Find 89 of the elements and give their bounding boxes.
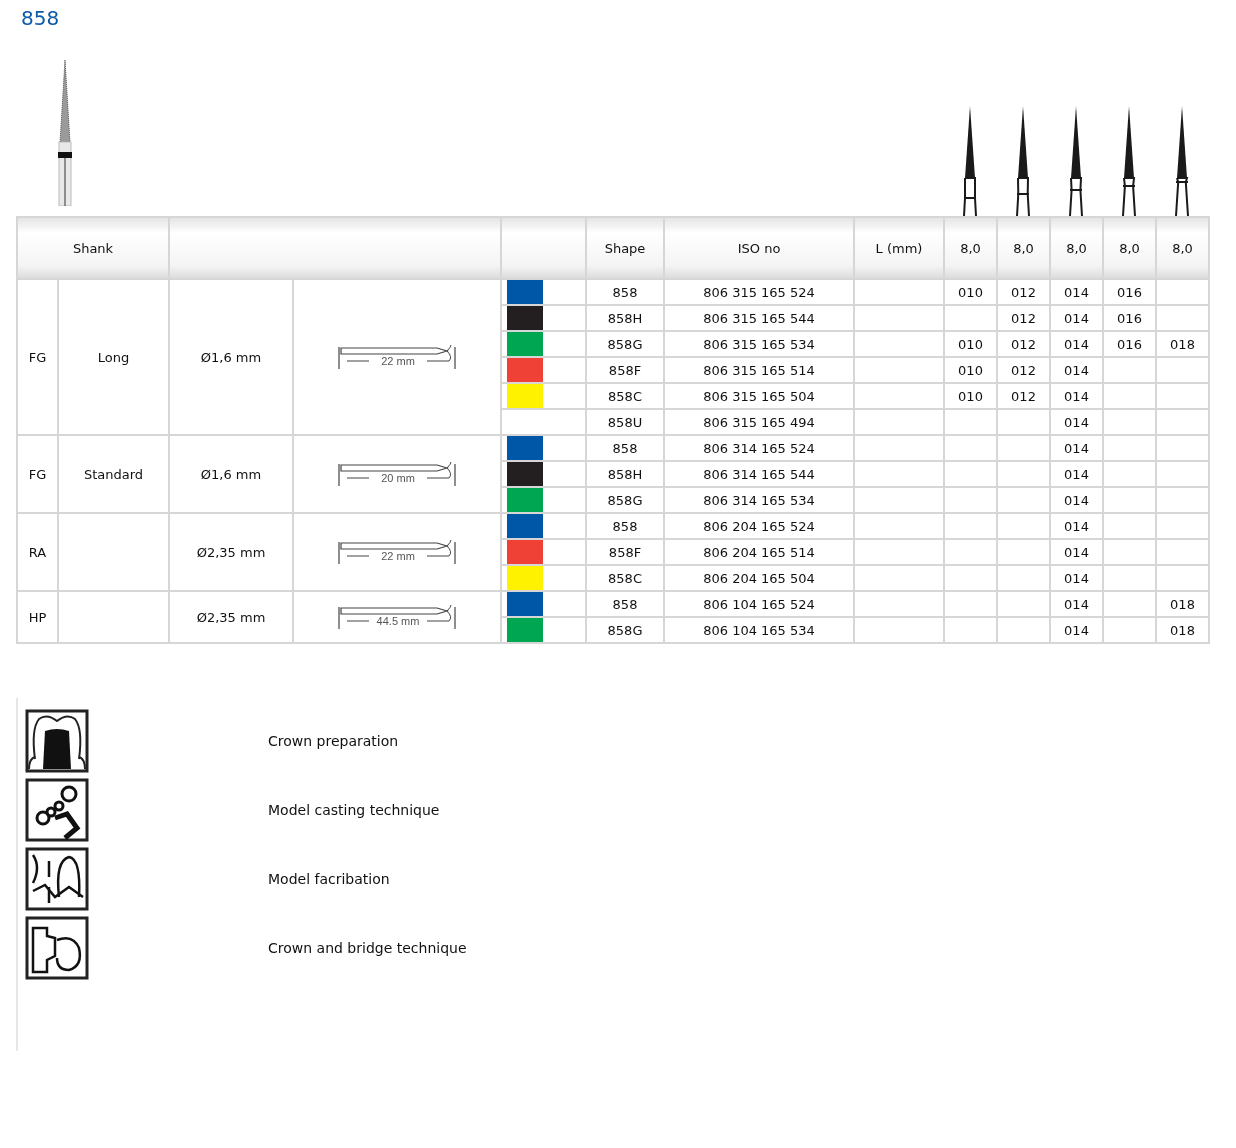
table-cell: Long xyxy=(97,349,130,365)
table-cell: 858 xyxy=(612,284,638,300)
product-title: 858 xyxy=(20,5,61,32)
table-cell: 806 314 165 524 xyxy=(703,440,815,456)
table-cell: 014 xyxy=(1064,284,1089,300)
table-cell: 858G xyxy=(607,622,643,638)
application-label: Model facribation xyxy=(268,870,390,887)
table-cell: 014 xyxy=(1064,362,1089,378)
table-cell: 806 315 165 504 xyxy=(703,388,815,404)
table-cell: 806 204 165 524 xyxy=(703,518,815,534)
table-cell: 010 xyxy=(958,336,983,352)
table-cell: 806 104 165 524 xyxy=(703,596,815,612)
column-header: 8,0 xyxy=(1013,240,1034,256)
application-label: Model casting technique xyxy=(268,801,440,818)
table-cell: 012 xyxy=(1011,310,1036,326)
column-header: 8,0 xyxy=(1172,240,1193,256)
table-cell: 806 204 165 504 xyxy=(703,570,815,586)
column-header: Shank xyxy=(72,240,114,256)
table-cell: Ø2,35 mm xyxy=(196,544,266,560)
column-header: ISO no xyxy=(737,240,781,256)
table-cell: Ø1,6 mm xyxy=(200,466,262,482)
table-cell: 806 314 165 534 xyxy=(703,492,815,508)
table-cell: 018 xyxy=(1170,336,1195,352)
table-cell: 858H xyxy=(607,310,643,326)
table-cell: 018 xyxy=(1170,622,1195,638)
table-cell: 858C xyxy=(608,388,642,404)
table-cell: 014 xyxy=(1064,388,1089,404)
column-header: 8,0 xyxy=(1066,240,1087,256)
table-cell: FG xyxy=(28,466,47,482)
length-label: 22 mm xyxy=(381,550,415,562)
application-label: Crown preparation xyxy=(268,732,399,749)
column-header: 8,0 xyxy=(1119,240,1140,256)
table-cell: 010 xyxy=(958,362,983,378)
length-label: 20 mm xyxy=(381,472,415,484)
table-cell: 018 xyxy=(1170,596,1195,612)
table-cell: 012 xyxy=(1011,336,1036,352)
table-cell: Standard xyxy=(83,466,144,482)
table-cell: 014 xyxy=(1064,544,1089,560)
column-header: Shape xyxy=(604,240,646,256)
table-cell: HP xyxy=(28,609,47,625)
table-cell: 014 xyxy=(1064,622,1089,638)
tooth-crown-icon xyxy=(25,708,89,773)
table-cell: Ø1,6 mm xyxy=(200,349,262,365)
table-cell: RA xyxy=(28,544,47,560)
table-cell: 014 xyxy=(1064,492,1089,508)
table-cell: 806 315 165 534 xyxy=(703,336,815,352)
table-cell: 858F xyxy=(608,544,642,560)
table-cell: 858 xyxy=(612,596,638,612)
table-cell: 806 204 165 514 xyxy=(703,544,815,560)
table-cell: 016 xyxy=(1117,284,1142,300)
table-cell: FG xyxy=(28,349,47,365)
table-cell: 016 xyxy=(1117,336,1142,352)
table-cell: 010 xyxy=(958,284,983,300)
table-cell: 014 xyxy=(1064,440,1089,456)
table-cell: 014 xyxy=(1064,466,1089,482)
table-cell: 014 xyxy=(1064,310,1089,326)
teeth-model-icon xyxy=(25,846,89,911)
table-cell: 014 xyxy=(1064,336,1089,352)
table-cell: Ø2,35 mm xyxy=(196,609,266,625)
table-cell: 858H xyxy=(607,466,643,482)
table-cell: 012 xyxy=(1011,284,1036,300)
tooth-bridge-icon xyxy=(25,915,89,980)
table-cell: 014 xyxy=(1064,570,1089,586)
table-cell: 858F xyxy=(608,362,642,378)
table-cell: 010 xyxy=(958,388,983,404)
table-cell: 012 xyxy=(1011,362,1036,378)
table-cell: 806 315 165 524 xyxy=(703,284,815,300)
column-header: 8,0 xyxy=(960,240,981,256)
application-label: Crown and bridge technique xyxy=(268,939,467,956)
table-cell: 858G xyxy=(607,336,643,352)
table-cell: 858U xyxy=(607,414,643,430)
table-cell: 858 xyxy=(612,440,638,456)
table-cell: 014 xyxy=(1064,596,1089,612)
length-label: 44.5 mm xyxy=(376,615,420,627)
table-cell: 858C xyxy=(608,570,642,586)
table-cell: 014 xyxy=(1064,518,1089,534)
table-cell: 806 315 165 494 xyxy=(703,414,815,430)
table-cell: 016 xyxy=(1117,310,1142,326)
table-cell: 858G xyxy=(607,492,643,508)
table-cell: 806 315 165 514 xyxy=(703,362,815,378)
column-header: L (mm) xyxy=(875,240,923,256)
length-label: 22 mm xyxy=(381,355,415,367)
table-cell: 012 xyxy=(1011,388,1036,404)
table-cell: 806 314 165 544 xyxy=(703,466,815,482)
clasp-chain-icon xyxy=(25,777,89,842)
table-cell: 806 104 165 534 xyxy=(703,622,815,638)
table-cell: 806 315 165 544 xyxy=(703,310,815,326)
table-cell: 014 xyxy=(1064,414,1089,430)
table-cell: 858 xyxy=(612,518,638,534)
